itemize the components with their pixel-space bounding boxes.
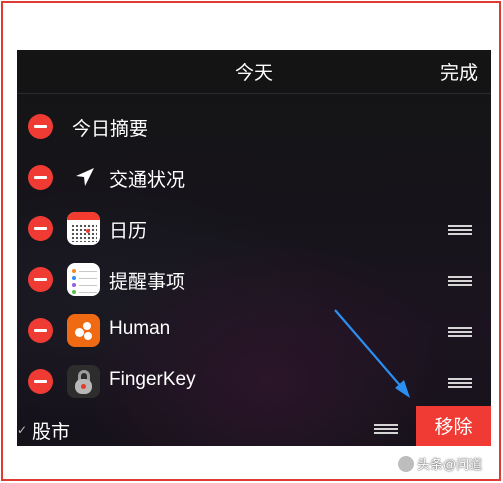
widget-label: 提醒事项 — [109, 272, 186, 293]
reminders-app-icon — [67, 263, 100, 296]
calendar-app-icon — [67, 212, 100, 245]
widget-label: 日历 — [109, 221, 148, 242]
page-title: 今天 — [234, 63, 273, 84]
remove-widget-button[interactable] — [28, 369, 53, 394]
remove-widget-button[interactable] — [28, 318, 53, 343]
today-widget-editor: 今天 完成 今日摘要 交通状况 日历 提醒事项 Human FingerKey … — [17, 50, 491, 446]
location-arrow-icon — [76, 168, 94, 186]
remove-widget-button[interactable] — [28, 267, 53, 292]
widget-row-calendar: 日历 — [17, 203, 491, 254]
widget-row-fingerkey: FingerKey — [17, 356, 491, 407]
reorder-handle[interactable] — [448, 378, 472, 388]
widget-row-human: Human — [17, 305, 491, 356]
reorder-handle[interactable] — [448, 276, 472, 286]
reorder-handle[interactable] — [374, 424, 398, 434]
widget-label: FingerKey — [109, 369, 196, 390]
remove-widget-button[interactable] — [28, 165, 53, 190]
fingerkey-app-icon — [67, 365, 100, 398]
widget-label: 交通状况 — [109, 170, 186, 191]
widget-label: 今日摘要 — [72, 119, 149, 140]
widget-label: 股市 — [32, 422, 71, 443]
human-app-icon — [67, 314, 100, 347]
done-button[interactable]: 完成 — [440, 58, 478, 85]
top-bar: 今天 完成 — [17, 50, 491, 94]
watermark: 头条@问道 — [398, 454, 482, 473]
widget-label: Human — [109, 318, 171, 339]
checkmark-icon: ✓ — [17, 423, 28, 437]
reorder-handle[interactable] — [448, 225, 472, 235]
remove-button[interactable]: 移除 — [416, 406, 491, 446]
remove-widget-button[interactable] — [28, 216, 53, 241]
remove-widget-button[interactable] — [28, 114, 53, 139]
watermark-logo-icon — [398, 456, 414, 472]
widget-row-reminders: 提醒事项 — [17, 254, 491, 305]
widget-row-today-summary: 今日摘要 — [17, 101, 491, 152]
reorder-handle[interactable] — [448, 327, 472, 337]
widget-row-traffic: 交通状况 — [17, 152, 491, 203]
